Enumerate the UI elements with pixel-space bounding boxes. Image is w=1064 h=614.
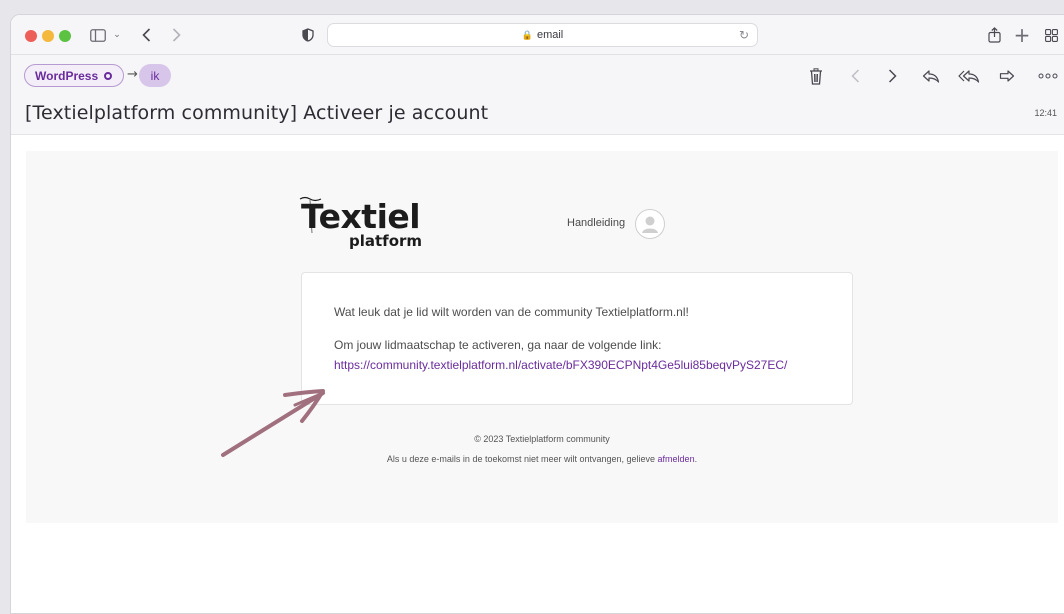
sender-indicator-icon <box>104 72 112 80</box>
sender-chip[interactable]: WordPress <box>24 64 124 87</box>
unsubscribe-line: Als u deze e-mails in de toekomst niet m… <box>26 454 1058 464</box>
textielplatform-logo[interactable]: Textiel platform <box>301 197 431 253</box>
shield-icon[interactable] <box>299 23 317 47</box>
logo-text-small: platform <box>349 232 422 250</box>
user-icon <box>636 210 664 238</box>
unsubscribe-suffix: . <box>695 454 698 464</box>
lock-icon: 🔒 <box>522 30 533 41</box>
chevron-down-icon[interactable]: ⌄ <box>111 23 123 47</box>
sender-name: WordPress <box>35 69 98 83</box>
close-window-button[interactable] <box>25 30 37 42</box>
handleiding-link[interactable]: Handleiding <box>567 217 625 229</box>
plus-icon[interactable]: + <box>1013 23 1031 47</box>
url-text: email <box>537 29 563 41</box>
more-icon[interactable] <box>1036 65 1060 87</box>
unsubscribe-link[interactable]: afmelden <box>658 454 695 464</box>
next-icon[interactable] <box>882 65 902 87</box>
mail-subject: [Textielplatform community] Activeer je … <box>25 102 488 124</box>
sidebar-icon[interactable] <box>89 23 107 47</box>
mail-time: 12:41 <box>1034 108 1057 118</box>
unsubscribe-text: Als u deze e-mails in de toekomst niet m… <box>387 454 658 464</box>
previous-icon[interactable] <box>845 65 865 87</box>
copyright-text: © 2023 Textielplatform community <box>26 434 1058 444</box>
intro-text: Wat leuk dat je lid wilt worden van de c… <box>334 305 689 319</box>
activation-link[interactable]: https://community.textielplatform.nl/act… <box>334 358 787 372</box>
reload-icon[interactable]: ↻ <box>739 28 749 42</box>
browser-window: ⌄ 🔒 email ↻ + WordPress → ik <box>10 14 1064 614</box>
annotation-arrow-icon <box>211 375 351 465</box>
recipient-name: ik <box>151 69 160 83</box>
logo-text-large: Textiel <box>301 197 420 236</box>
address-bar[interactable]: 🔒 email ↻ <box>327 23 758 47</box>
minimize-window-button[interactable] <box>42 30 54 42</box>
share-icon[interactable] <box>985 23 1003 47</box>
zoom-window-button[interactable] <box>59 30 71 42</box>
mail-header: WordPress → ik [Textielplatform communit… <box>11 55 1064 135</box>
reply-all-icon[interactable] <box>957 65 981 87</box>
forward-arrow-icon[interactable] <box>167 23 185 47</box>
avatar[interactable] <box>635 209 665 239</box>
recipient-chip[interactable]: ik <box>139 64 171 87</box>
trash-icon[interactable] <box>806 65 826 87</box>
back-arrow-icon[interactable] <box>137 23 155 47</box>
reply-icon[interactable] <box>921 65 941 87</box>
message-card: Wat leuk dat je lid wilt worden van de c… <box>301 272 853 405</box>
browser-toolbar: ⌄ 🔒 email ↻ + <box>11 15 1064 55</box>
forward-icon[interactable] <box>997 65 1017 87</box>
tab-overview-icon[interactable] <box>1042 23 1060 47</box>
instruction-text: Om jouw lidmaatschap te activeren, ga na… <box>334 338 662 352</box>
email-body: Textiel platform Handleiding Wat leuk da… <box>26 151 1058 523</box>
arrow-right-icon: → <box>127 67 138 82</box>
